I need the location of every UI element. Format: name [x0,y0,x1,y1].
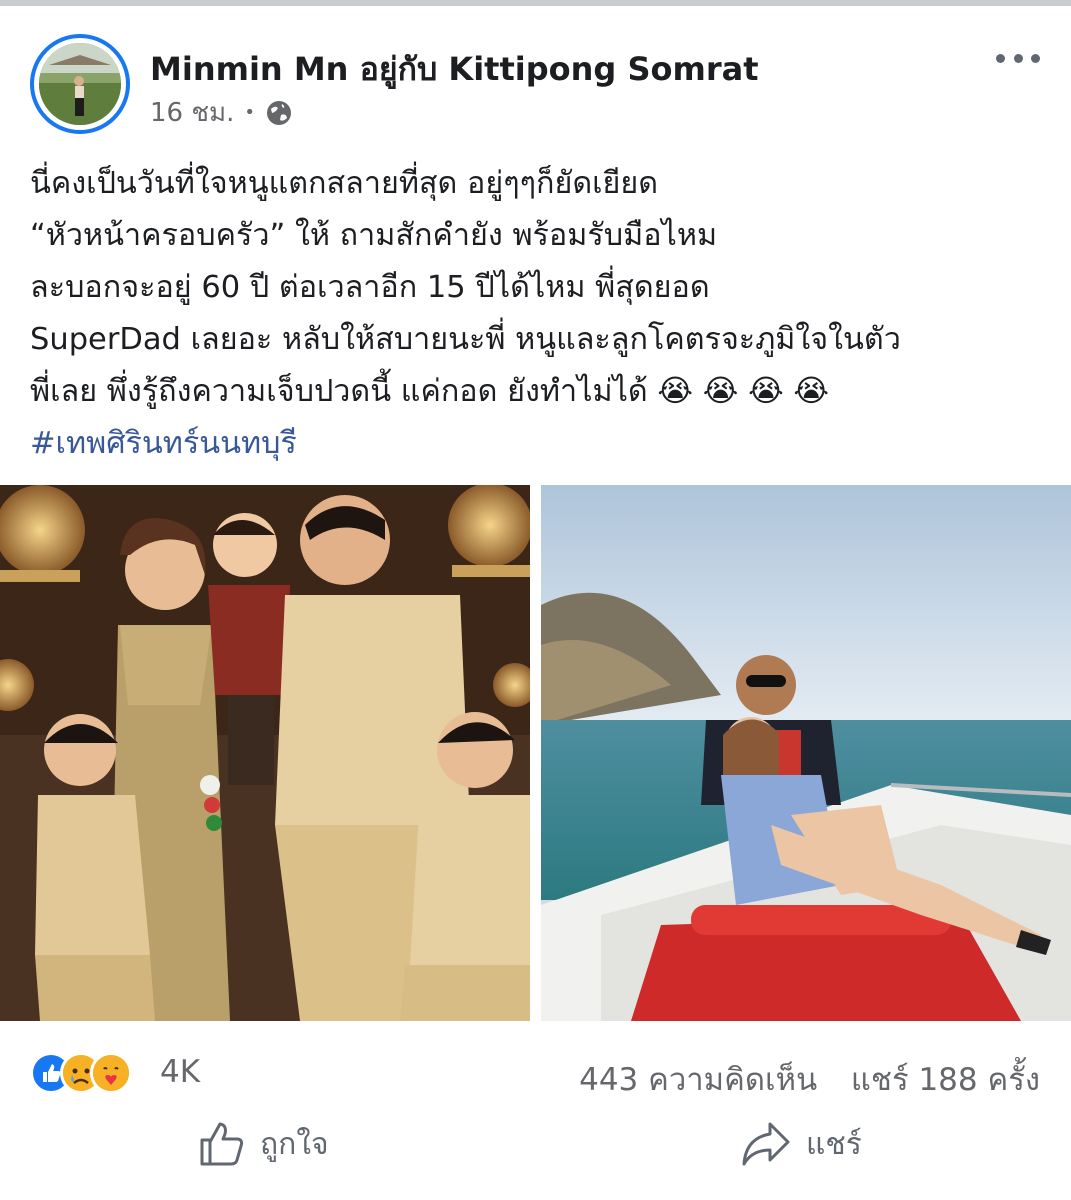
avatar[interactable] [30,34,130,134]
like-label: ถูกใจ [260,1126,329,1162]
meta-separator: • [244,102,256,123]
post-time[interactable]: 16 ชม. [150,92,234,133]
post-meta: 16 ชม. • [150,92,293,133]
care-reaction-icon [90,1052,132,1094]
comment-count[interactable]: 443 ความคิดเห็น [579,1062,817,1098]
like-button[interactable]: ถูกใจ [198,1120,329,1168]
top-divider [0,0,1071,6]
avatar-photo [39,43,121,125]
share-label: แชร์ [806,1126,862,1162]
post-text-line: พี่เลย พึ่งรู้ถึงความเจ็บปวดนี้ แค่กอด ย… [30,374,830,409]
hashtag-link[interactable]: #เทพศิรินทร์นนทบุรี [30,418,1050,470]
author-name[interactable]: Minmin Mn อยู่กับ Kittipong Somrat [150,44,758,95]
action-bar: ถูกใจ แชร์ [0,1110,1071,1190]
share-button[interactable]: แชร์ [740,1120,862,1168]
globe-icon [265,99,293,127]
post-text-line: ละบอกจะอยู่ 60 ปี ต่อเวลาอีก 15 ปีได้ไหม… [30,270,710,305]
boat-photo[interactable] [541,485,1071,1021]
reaction-count[interactable]: 4K [160,1054,200,1090]
share-count[interactable]: แชร์ 188 ครั้ง [851,1062,1040,1098]
more-dots-icon[interactable] [996,48,1040,68]
reaction-bar: 4K 443 ความคิดเห็น แชร์ 188 ครั้ง [30,1046,1040,1102]
post-text-line: SuperDad เลยอะ หลับให้สบายนะพี่ หนูและลู… [30,322,901,357]
post-header: Minmin Mn อยู่กับ Kittipong Somrat 16 ชม… [30,34,1040,134]
post-text-line: นี่คงเป็นวันที่ใจหนูแตกสลายที่สุด อยู่ๆๆ… [30,166,659,201]
share-arrow-icon [740,1120,792,1168]
reaction-icons[interactable] [30,1052,132,1094]
post-text: นี่คงเป็นวันที่ใจหนูแตกสลายที่สุด อยู่ๆๆ… [30,158,1050,470]
comment-share-counts: 443 ความคิดเห็น แชร์ 188 ครั้ง [579,1054,1040,1104]
thumbs-up-icon [198,1120,246,1168]
post-text-line: “หัวหน้าครอบครัว” ให้ ถามสักคำยัง พร้อมร… [30,218,718,253]
family-photo[interactable] [0,485,530,1021]
